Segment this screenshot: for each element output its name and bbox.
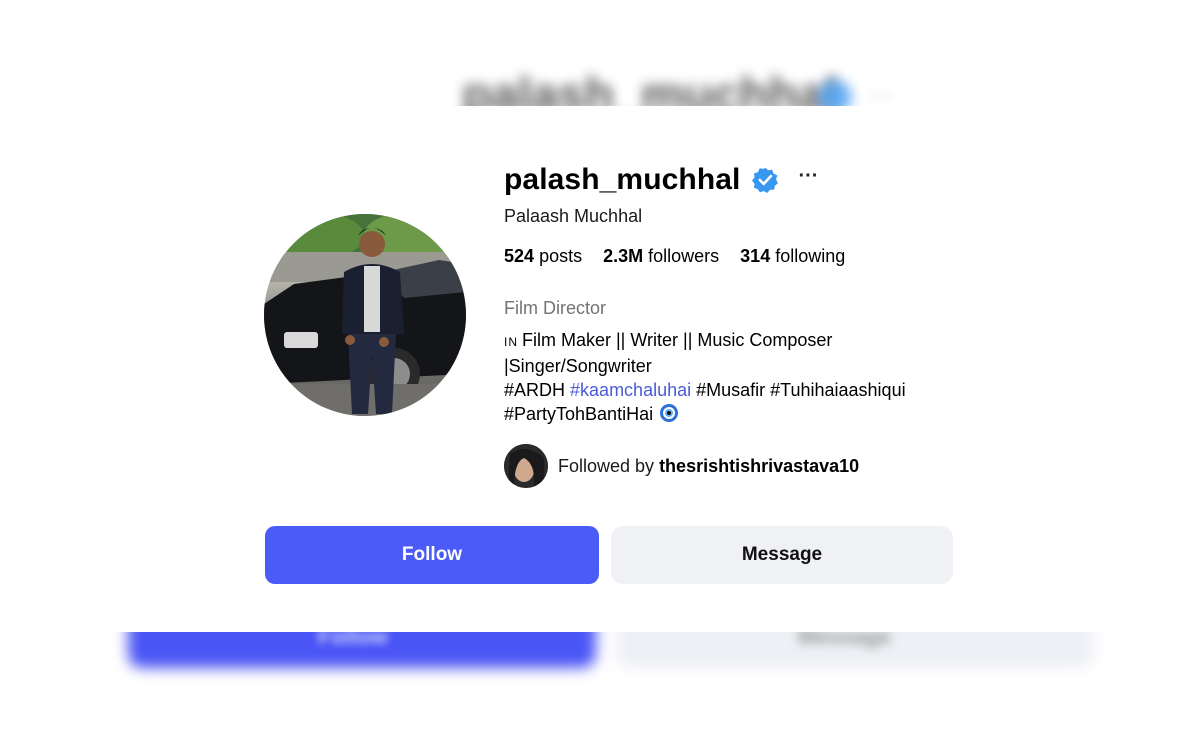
- hashtag-partytohbantihai[interactable]: #PartyTohBantiHai: [504, 404, 653, 424]
- followed-by-row[interactable]: Followed by thesrishtishrivastava10: [504, 444, 859, 488]
- bio-line-1-text: Film Maker || Writer || Music Composer: [522, 330, 833, 350]
- followed-by-prefix: Followed by: [558, 455, 655, 476]
- followed-by-username[interactable]: thesrishtishrivastava10: [659, 456, 859, 476]
- nazar-amulet-icon: [660, 404, 679, 422]
- followers-label: followers: [648, 246, 720, 266]
- verified-badge-icon: [752, 167, 779, 193]
- profile-stats: 524 posts 2.3M followers 314 following: [504, 246, 845, 267]
- avatar-photo: [264, 214, 466, 416]
- posts-label: posts: [539, 246, 583, 266]
- full-name: Palaash Muchhal: [504, 206, 643, 226]
- profile-header-card: palash_muchhal ··· Palaash Muchhal 524 p…: [108, 106, 1102, 632]
- posts-stat: 524 posts: [504, 246, 582, 267]
- hashtag-ardh[interactable]: #ARDH: [504, 380, 565, 400]
- bio-line-4: #PartyTohBantiHai: [504, 402, 1024, 426]
- hashtag-kaamchaluhai[interactable]: #kaamchaluhai: [570, 380, 691, 400]
- following-count: 314: [740, 246, 771, 266]
- username-heading: palash_muchhal: [504, 163, 741, 196]
- following-label: following: [775, 246, 846, 266]
- following-stat[interactable]: 314 following: [740, 246, 845, 267]
- bio-line-1: IN Film Maker || Writer || Music Composer: [504, 328, 1024, 354]
- profile-avatar[interactable]: [264, 214, 466, 416]
- profile-category: Film Director: [504, 298, 606, 318]
- hashtag-musafir-tuhihaiaashiqui[interactable]: #Musafir #Tuhihaiaashiqui: [696, 380, 905, 400]
- profile-bio: IN Film Maker || Writer || Music Composer…: [504, 328, 1024, 426]
- username-row: palash_muchhal ···: [504, 160, 818, 200]
- bio-prefix: IN: [504, 335, 518, 349]
- followed-by-text: Followed by thesrishtishrivastava10: [558, 456, 859, 477]
- follow-button[interactable]: Follow: [265, 526, 599, 584]
- bio-line-3: #ARDH #kaamchaluhai #Musafir #Tuhihaiaas…: [504, 378, 1024, 402]
- follower-avatar: [504, 444, 548, 488]
- message-button[interactable]: Message: [611, 526, 953, 584]
- followers-count: 2.3M: [603, 246, 644, 266]
- bio-line-2: |Singer/Songwriter: [504, 356, 652, 376]
- follower-avatar-photo: [504, 444, 548, 488]
- more-options-icon[interactable]: ···: [798, 166, 818, 189]
- posts-count: 524: [504, 246, 535, 266]
- followers-stat[interactable]: 2.3M followers: [603, 246, 719, 267]
